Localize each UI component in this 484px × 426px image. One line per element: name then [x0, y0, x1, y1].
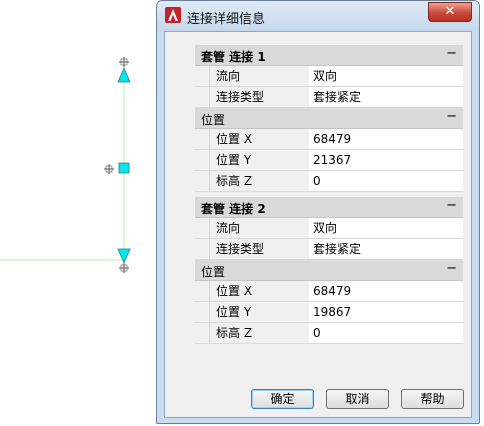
- middle-square-grip[interactable]: [118, 162, 130, 174]
- property-name: 位置 Y: [209, 302, 310, 322]
- property-value[interactable]: 套接紧定: [309, 87, 463, 107]
- subcategory-position-2[interactable]: 位置 −: [195, 260, 463, 281]
- property-row-position-y[interactable]: 位置 Y 21367: [195, 150, 463, 171]
- property-value[interactable]: 0: [309, 323, 463, 343]
- bottom-arrow-grip[interactable]: [117, 248, 131, 265]
- dialog-title: 连接详细信息: [187, 12, 266, 27]
- property-name: 标高 Z: [209, 323, 310, 343]
- bottom-plus-grip[interactable]: [119, 263, 129, 273]
- property-row-flow[interactable]: 流向 双向: [195, 66, 463, 87]
- category-title: 套管 连接 2: [201, 202, 266, 216]
- property-name: 连接类型: [209, 87, 310, 107]
- property-value[interactable]: 68479: [309, 129, 463, 149]
- close-button[interactable]: ✕: [428, 2, 472, 22]
- middle-plus-grip[interactable]: [104, 164, 114, 174]
- property-name: 流向: [209, 218, 310, 238]
- title-bar[interactable]: 连接详细信息 ✕: [157, 1, 479, 31]
- ok-button[interactable]: 确定: [251, 389, 314, 409]
- category-connection-1[interactable]: 套管 连接 1 −: [195, 45, 463, 66]
- property-name: 位置 Y: [209, 150, 310, 170]
- top-arrow-grip[interactable]: [117, 66, 131, 83]
- property-value[interactable]: 套接紧定: [309, 239, 463, 259]
- property-row-flow[interactable]: 流向 双向: [195, 218, 463, 239]
- autocad-logo-icon: [165, 7, 181, 23]
- category-title: 套管 连接 1: [201, 50, 266, 64]
- collapse-icon[interactable]: −: [446, 109, 457, 124]
- help-button[interactable]: 帮助: [401, 389, 464, 409]
- property-row-position-y[interactable]: 位置 Y 19867: [195, 302, 463, 323]
- property-name: 标高 Z: [209, 171, 310, 191]
- property-name: 位置 X: [209, 281, 310, 301]
- property-name: 连接类型: [209, 239, 310, 259]
- property-row-connection-type[interactable]: 连接类型 套接紧定: [195, 87, 463, 108]
- property-name: 流向: [209, 66, 310, 86]
- property-grid: 套管 连接 1 − 流向 双向 连接类型 套接紧定 位置 − 位置 X 6847…: [195, 45, 463, 344]
- property-value[interactable]: 21367: [309, 150, 463, 170]
- top-plus-grip[interactable]: [119, 57, 129, 67]
- property-row-elevation-z[interactable]: 标高 Z 0: [195, 323, 463, 344]
- category-connection-2[interactable]: 套管 连接 2 −: [195, 197, 463, 218]
- connection-details-dialog: 连接详细信息 ✕ 套管 连接 1 − 流向 双向 连接类型 套接紧定 位置 − …: [156, 0, 480, 424]
- property-row-position-x[interactable]: 位置 X 68479: [195, 281, 463, 302]
- subcategory-title: 位置: [201, 265, 226, 279]
- property-row-connection-type[interactable]: 连接类型 套接紧定: [195, 239, 463, 260]
- collapse-icon[interactable]: −: [446, 261, 457, 276]
- property-value[interactable]: 双向: [309, 218, 463, 238]
- drawing-canvas[interactable]: [0, 0, 160, 426]
- cancel-button[interactable]: 取消: [326, 389, 389, 409]
- subcategory-title: 位置: [201, 113, 226, 127]
- property-row-position-x[interactable]: 位置 X 68479: [195, 129, 463, 150]
- collapse-icon[interactable]: −: [446, 46, 457, 61]
- property-value[interactable]: 19867: [309, 302, 463, 322]
- property-name: 位置 X: [209, 129, 310, 149]
- property-value[interactable]: 68479: [309, 281, 463, 301]
- property-value[interactable]: 0: [309, 171, 463, 191]
- property-value[interactable]: 双向: [309, 66, 463, 86]
- subcategory-position-1[interactable]: 位置 −: [195, 108, 463, 129]
- collapse-icon[interactable]: −: [446, 198, 457, 213]
- property-row-elevation-z[interactable]: 标高 Z 0: [195, 171, 463, 192]
- dialog-client-area: 套管 连接 1 − 流向 双向 连接类型 套接紧定 位置 − 位置 X 6847…: [164, 31, 472, 418]
